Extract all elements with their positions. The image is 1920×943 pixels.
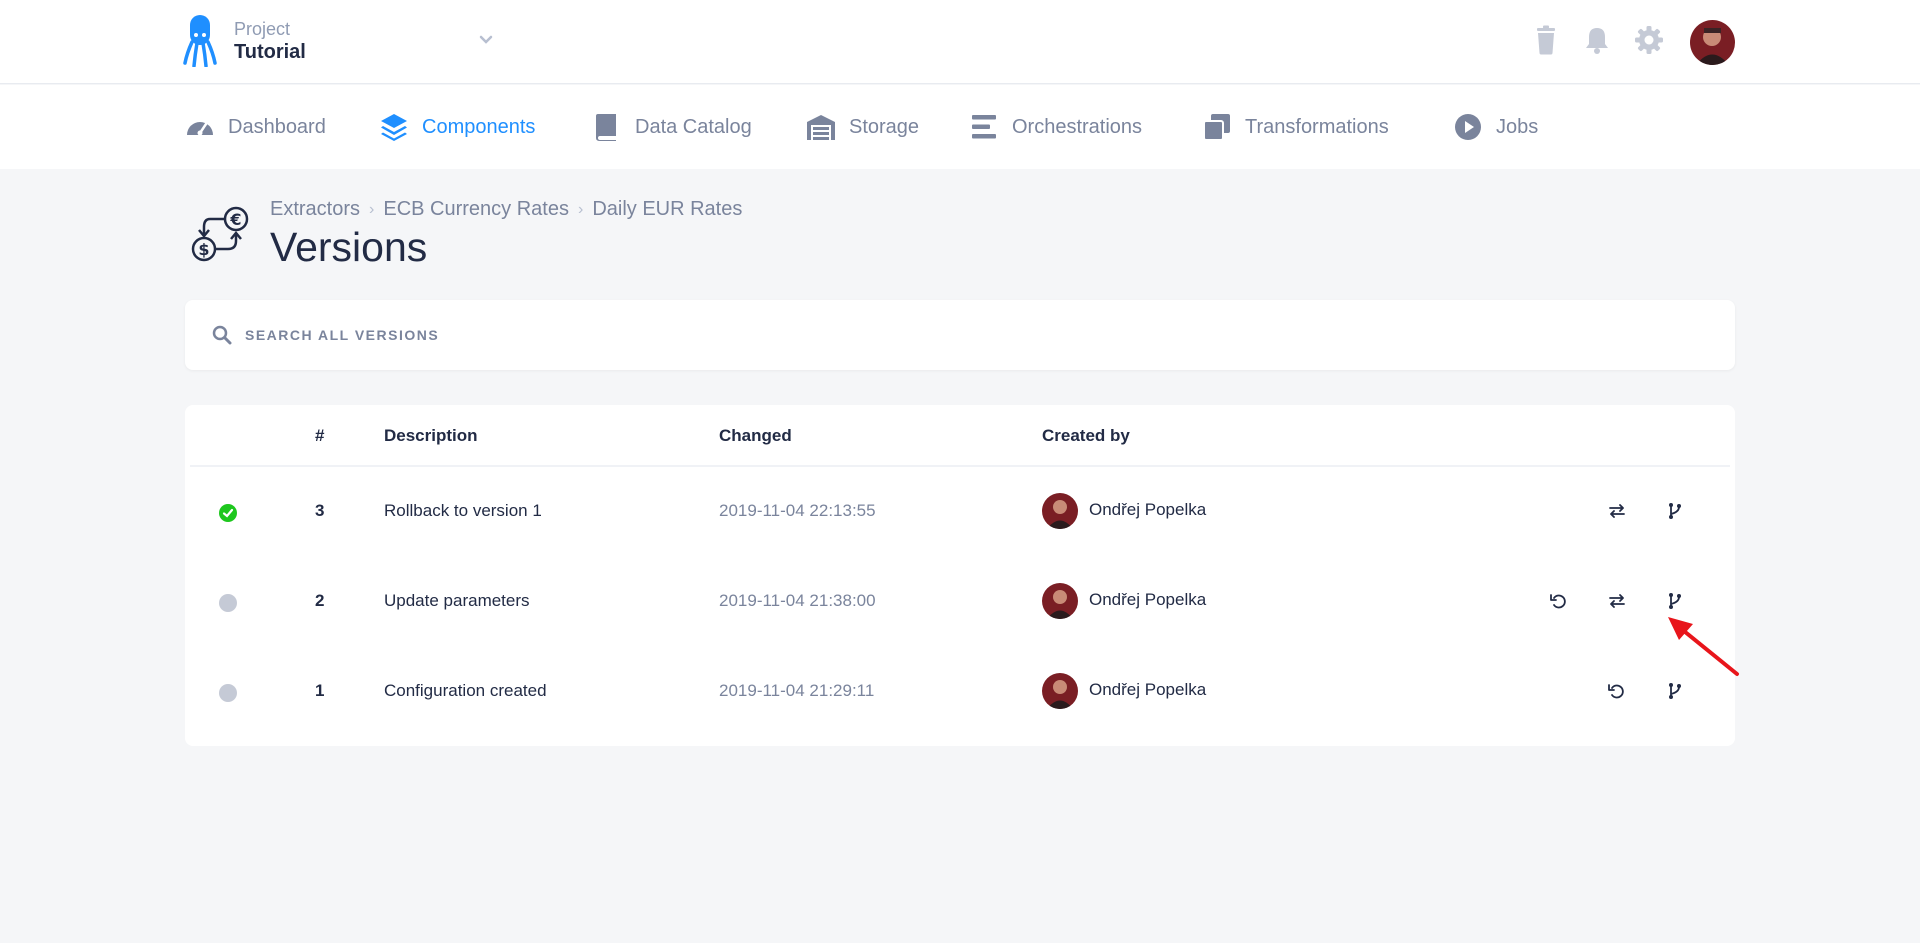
version-description: Update parameters	[384, 591, 530, 610]
chevron-down-icon[interactable]	[476, 30, 496, 50]
annotation-arrow-icon	[1668, 617, 1739, 676]
nav-jobs-label: Jobs	[1496, 115, 1539, 138]
rollback-icon[interactable]	[1549, 591, 1569, 611]
nav-dashboard[interactable]: Dashboard	[184, 85, 326, 169]
compare-icon[interactable]	[1607, 501, 1627, 521]
search-icon	[212, 325, 232, 345]
top-bar: Project Tutorial	[0, 0, 1920, 84]
nav-data-catalog[interactable]: Data Catalog	[591, 85, 752, 169]
avatar	[1042, 673, 1078, 709]
header-description: Description	[384, 426, 478, 445]
header-changed: Changed	[719, 426, 792, 445]
copy-icon	[1203, 114, 1230, 141]
avatar	[1042, 583, 1078, 619]
project-label: Project	[234, 19, 291, 39]
user-avatar[interactable]	[1690, 20, 1735, 65]
trash-icon[interactable]	[1530, 24, 1562, 56]
breadcrumb-daily-eur-rates[interactable]: Daily EUR Rates	[592, 198, 742, 221]
layers-icon	[381, 114, 407, 141]
list-bars-icon	[972, 115, 996, 139]
code-branch-icon[interactable]	[1665, 591, 1685, 611]
table-row[interactable]: 1 Configuration created 2019-11-04 21:29…	[185, 648, 1735, 738]
header-number: #	[315, 426, 325, 445]
versions-table: # Description Changed Created by 3 Rollb…	[185, 405, 1735, 746]
page-title: Versions	[270, 224, 428, 270]
chevron-right-icon: ›	[369, 200, 375, 218]
version-changed: 2019-11-04 21:38:00	[719, 591, 876, 610]
inactive-status-icon	[219, 594, 237, 612]
version-description: Configuration created	[384, 681, 547, 700]
warehouse-icon	[807, 115, 835, 140]
search-input[interactable]	[245, 318, 1645, 352]
code-branch-icon[interactable]	[1665, 681, 1685, 701]
svg-text:$: $	[198, 240, 209, 259]
rollback-icon[interactable]	[1607, 681, 1627, 701]
book-icon	[596, 114, 616, 141]
breadcrumb-ecb-currency-rates[interactable]: ECB Currency Rates	[383, 198, 569, 221]
active-check-icon	[219, 504, 237, 522]
nav-jobs[interactable]: Jobs	[1452, 85, 1538, 169]
chevron-right-icon: ›	[577, 200, 584, 218]
header-created-by: Created by	[1042, 426, 1130, 445]
version-description: Rollback to version 1	[384, 501, 542, 520]
nav-transformations-label: Transformations	[1245, 115, 1389, 138]
nav-orchestrations-label: Orchestrations	[1012, 115, 1143, 138]
version-changed: 2019-11-04 22:13:55	[719, 501, 876, 520]
nav-transformations[interactable]: Transformations	[1201, 85, 1389, 169]
bell-icon[interactable]	[1581, 24, 1613, 56]
version-author: Ondřej Popelka	[1089, 500, 1207, 519]
nav-dashboard-label: Dashboard	[228, 115, 326, 138]
nav-storage[interactable]: Storage	[805, 85, 919, 169]
breadcrumb-extractors[interactable]: Extractors	[270, 198, 360, 221]
project-name[interactable]: Tutorial	[234, 41, 306, 64]
main-nav: Dashboard Components Data Catalog Storag…	[0, 85, 1920, 169]
header-divider	[190, 465, 1730, 467]
version-number: 3	[315, 501, 325, 520]
nav-components-label: Components	[422, 115, 536, 138]
breadcrumb: Extractors › ECB Currency Rates › Daily …	[270, 198, 742, 221]
version-changed: 2019-11-04 21:29:11	[719, 681, 875, 700]
version-number: 1	[315, 681, 325, 700]
inactive-status-icon	[219, 684, 237, 702]
version-author: Ondřej Popelka	[1089, 680, 1207, 699]
code-branch-icon[interactable]	[1665, 501, 1685, 521]
nav-orchestrations[interactable]: Orchestrations	[968, 85, 1142, 169]
nav-components[interactable]: Components	[378, 85, 535, 169]
gear-icon[interactable]	[1633, 24, 1665, 56]
play-circle-icon	[1455, 114, 1481, 140]
table-row[interactable]: 3 Rollback to version 1 2019-11-04 22:13…	[185, 468, 1735, 558]
nav-data-catalog-label: Data Catalog	[635, 115, 752, 138]
svg-text:€: €	[229, 210, 241, 229]
compare-icon[interactable]	[1607, 591, 1627, 611]
search-box	[185, 300, 1735, 370]
dashboard-icon	[187, 122, 213, 136]
nav-storage-label: Storage	[849, 115, 920, 138]
avatar	[1042, 493, 1078, 529]
currency-exchange-icon: € $	[191, 206, 249, 262]
version-number: 2	[315, 591, 325, 610]
version-author: Ondřej Popelka	[1089, 590, 1207, 609]
table-row[interactable]: 2 Update parameters 2019-11-04 21:38:00 …	[185, 558, 1735, 648]
keboola-logo-icon[interactable]	[183, 15, 217, 67]
